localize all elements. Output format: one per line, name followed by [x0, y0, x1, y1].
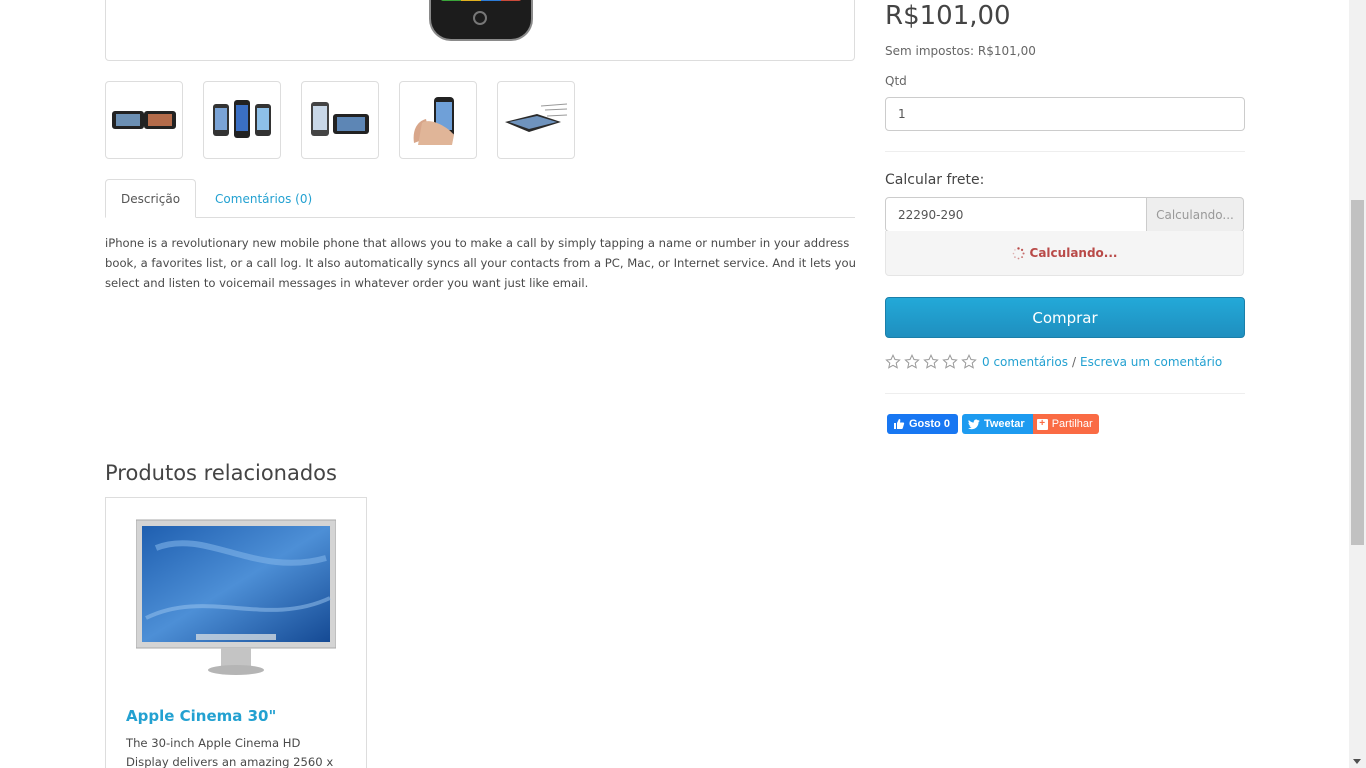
quantity-input[interactable]	[885, 97, 1245, 131]
social-buttons: Gosto 0 Tweetar + Partilhar	[887, 414, 1099, 434]
apple-cinema-image[interactable]	[135, 518, 337, 678]
page-scrollbar[interactable]	[1349, 0, 1366, 768]
buy-button[interactable]: Comprar	[885, 297, 1245, 338]
twitter-bird-icon	[967, 419, 980, 429]
cep-input[interactable]	[885, 197, 1147, 232]
scrollbar-thumb[interactable]	[1351, 200, 1364, 545]
main-product-image[interactable]	[105, 0, 855, 61]
price-without-tax: Sem impostos: R$101,00	[885, 44, 1036, 58]
product-tabs: Descrição Comentários (0)	[105, 179, 855, 218]
product-price: R$101,00	[885, 1, 1011, 31]
thumbnail-4[interactable]	[399, 81, 477, 159]
thumbs-up-icon	[894, 419, 905, 429]
thumbnail-1[interactable]	[105, 81, 183, 159]
spinner-icon	[1012, 246, 1025, 259]
star-icon	[942, 354, 958, 369]
rating-separator: /	[1072, 355, 1077, 369]
rating: 0 comentários / Escreva um comentário	[885, 354, 1222, 370]
divider	[885, 393, 1245, 394]
share-button[interactable]: + Partilhar	[1032, 414, 1099, 434]
freight-label: Calcular frete:	[885, 172, 985, 188]
thumbnail-3[interactable]	[301, 81, 379, 159]
calculate-freight-button[interactable]: Calculando...	[1147, 197, 1244, 232]
reviews-count-link[interactable]: 0 comentários	[982, 355, 1068, 369]
quantity-label: Qtd	[885, 74, 907, 88]
facebook-like-button[interactable]: Gosto 0	[887, 414, 958, 434]
freight-result: Calculando...	[885, 231, 1244, 276]
related-product-card: Apple Cinema 30" The 30-inch Apple Cinem…	[105, 497, 367, 768]
thumbnail-2[interactable]	[203, 81, 281, 159]
tax-label: Sem impostos:	[885, 44, 975, 58]
thumbnail-5[interactable]	[497, 81, 575, 159]
freight-form: Calculando...	[885, 197, 1244, 232]
tweet-label: Tweetar	[983, 418, 1025, 430]
like-label: Gosto 0	[909, 418, 950, 430]
tweet-button[interactable]: Tweetar	[961, 414, 1033, 434]
tax-value: R$101,00	[977, 44, 1036, 58]
plus-icon: +	[1036, 418, 1048, 430]
star-icon	[961, 354, 977, 369]
share-label: Partilhar	[1051, 418, 1093, 430]
loading-text: Calculando...	[1029, 246, 1118, 260]
product-description: iPhone is a revolutionary new mobile pho…	[105, 236, 856, 290]
tab-description[interactable]: Descrição	[105, 179, 197, 218]
related-product-name[interactable]: Apple Cinema 30"	[126, 707, 276, 725]
star-icon	[885, 354, 901, 369]
divider	[885, 151, 1245, 152]
thumbnail-gallery	[105, 81, 575, 159]
star-icon	[923, 354, 939, 369]
tab-comments[interactable]: Comentários (0)	[200, 179, 327, 218]
star-icon	[904, 354, 920, 369]
related-products-title: Produtos relacionados	[105, 461, 337, 485]
related-product-description: The 30-inch Apple Cinema HD Display deli…	[126, 736, 334, 768]
write-review-link[interactable]: Escreva um comentário	[1080, 355, 1222, 369]
scroll-down-arrow-icon[interactable]	[1353, 759, 1361, 764]
iphone-image	[429, 0, 533, 41]
